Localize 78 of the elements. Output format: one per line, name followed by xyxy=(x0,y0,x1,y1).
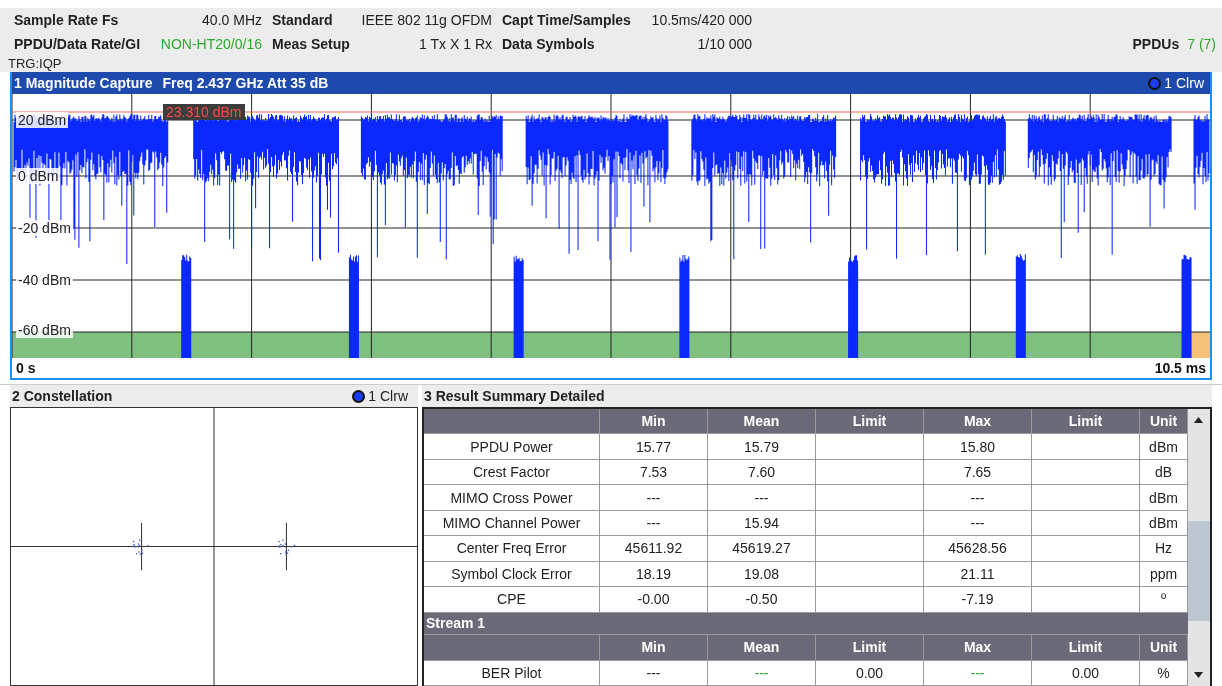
y-axis-label: -60 dBm xyxy=(16,322,73,338)
panel-title: 3 Result Summary Detailed xyxy=(424,388,605,404)
table-cell: 0.00 xyxy=(1032,660,1140,686)
table-cell: MIMO Cross Power xyxy=(424,485,600,510)
table-cell: MIMO Channel Power xyxy=(424,510,600,536)
capture-settings: Freq 2.437 GHz Att 35 dB xyxy=(162,75,329,91)
column-header: Limit xyxy=(1032,409,1140,434)
table-cell: --- xyxy=(708,485,816,510)
column-header: Max xyxy=(924,409,1032,434)
trace-label: 1 Clrw xyxy=(368,388,408,404)
column-header: Limit xyxy=(816,635,924,660)
table-cell: 7.65 xyxy=(924,459,1032,485)
column-header: Min xyxy=(600,635,708,660)
column-header: Limit xyxy=(816,409,924,434)
table-cell: 45611.92 xyxy=(600,536,708,561)
table-cell: 45628.56 xyxy=(924,536,1032,561)
table-cell: Symbol Clock Error xyxy=(424,561,600,587)
column-header: Mean xyxy=(708,409,816,434)
table-cell: 21.11 xyxy=(924,561,1032,587)
setting-label: Data Symbols xyxy=(502,36,595,52)
panel-title: 1 Magnitude Capture xyxy=(14,75,153,91)
ppdus-value: 7 (7) xyxy=(1187,36,1216,52)
y-axis-label: 20 dBm xyxy=(16,112,69,128)
x-axis-end: 10.5 ms xyxy=(1154,360,1206,376)
table-cell: --- xyxy=(708,660,816,686)
trigger-label: TRG:IQP xyxy=(8,56,63,71)
setting-value: NON-HT20/0/16 xyxy=(160,36,262,52)
setting-value: IEEE 802 11g OFDM xyxy=(361,12,492,28)
setting-value: 10.5ms/420 000 xyxy=(651,12,752,28)
scroll-up-icon[interactable] xyxy=(1194,417,1203,423)
table-cell: 18.19 xyxy=(600,561,708,587)
setting-label: Sample Rate Fs xyxy=(14,12,119,28)
y-axis-label: -20 dBm xyxy=(16,220,73,236)
table-cell: 15.94 xyxy=(708,510,816,536)
table-cell: PPDU Power xyxy=(424,434,600,459)
table-cell: 15.80 xyxy=(924,434,1032,459)
table-cell: 15.77 xyxy=(600,434,708,459)
scrollbar[interactable] xyxy=(1188,409,1210,686)
column-header: Min xyxy=(600,409,708,434)
setting-value: 1 Tx X 1 Rx xyxy=(419,36,492,52)
y-axis-label: -40 dBm xyxy=(16,272,73,288)
table-cell: --- xyxy=(600,660,708,686)
table-cell: -0.50 xyxy=(708,587,816,612)
table-cell: 7.53 xyxy=(600,459,708,485)
setting-label: Capt Time/Samples xyxy=(502,12,631,28)
table-cell: --- xyxy=(600,485,708,510)
x-axis-start: 0 s xyxy=(16,360,36,376)
column-header: Mean xyxy=(708,635,816,660)
setting-label: Meas Setup xyxy=(272,36,350,52)
table-cell: --- xyxy=(924,510,1032,536)
table-cell: --- xyxy=(924,485,1032,510)
scroll-down-icon[interactable] xyxy=(1194,672,1203,678)
table-cell: 15.79 xyxy=(708,434,816,459)
panel-title: 2 Constellation xyxy=(12,388,113,404)
table-cell: --- xyxy=(600,510,708,536)
table-cell: CPE xyxy=(424,587,600,612)
table-cell: -0.00 xyxy=(600,587,708,612)
column-header: Max xyxy=(924,635,1032,660)
table-cell: -7.19 xyxy=(924,587,1032,612)
table-cell: Center Freq Error xyxy=(424,536,600,561)
table-cell: --- xyxy=(924,660,1032,686)
table-cell: 45619.27 xyxy=(708,536,816,561)
column-header: Limit xyxy=(1032,635,1140,660)
table-cell: 19.08 xyxy=(708,561,816,587)
table-cell: 7.60 xyxy=(708,459,816,485)
scroll-thumb[interactable] xyxy=(1188,521,1210,621)
marker-readout: 23.310 dBm xyxy=(163,104,245,120)
ppdus-label: PPDUs xyxy=(1132,36,1180,52)
setting-label: PPDU/Data Rate/GI xyxy=(14,36,141,52)
trace-label: 1 Clrw xyxy=(1164,75,1204,91)
table-cell: Crest Factor xyxy=(424,459,600,485)
table-cell: 0.00 xyxy=(816,660,924,686)
y-axis-label: 0 dBm xyxy=(16,168,61,184)
setting-value: 40.0 MHz xyxy=(202,12,262,28)
section-title: Stream 1 xyxy=(425,614,487,634)
table-cell: BER Pilot xyxy=(424,660,600,686)
setting-label: Standard xyxy=(272,12,333,28)
setting-value: 1/10 000 xyxy=(697,36,752,52)
